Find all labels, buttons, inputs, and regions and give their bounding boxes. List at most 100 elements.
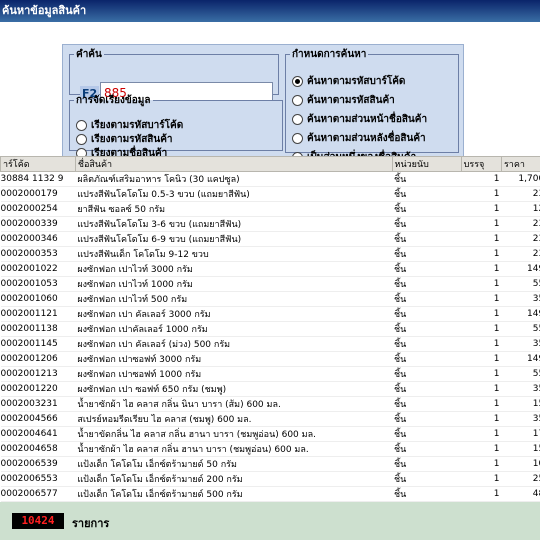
column-header-price[interactable]: ราคา: [500, 156, 540, 172]
cell-barcode: 0002001138: [0, 321, 76, 337]
cell-price: 149.00: [501, 351, 540, 367]
cell-price: 35.00: [501, 411, 540, 427]
cell-pack: 1: [461, 351, 502, 367]
search-panel: คำค้น F2 885 การจัดเรียงข้อมูล เรียงตามร…: [62, 44, 464, 164]
cell-pack: 1: [461, 471, 502, 487]
cell-product-name: ยาสีฟัน ซอลซ์ 50 กรัม: [75, 201, 393, 217]
cell-unit: ชิ้น: [392, 231, 462, 247]
cell-product-name: ผงซักฟอก เปาซอฟท์ 1000 กรัม: [75, 366, 393, 382]
search-by-product-code-label: ค้นหาตามรหัสสินค้า: [307, 95, 395, 106]
cell-barcode: 0002000346: [0, 231, 76, 247]
cell-unit: ชิ้น: [392, 186, 462, 202]
cell-product-name: ผงซักฟอก เปาไวท์ 3000 กรัม: [75, 261, 393, 277]
cell-unit: ชิ้น: [392, 216, 462, 232]
table-row[interactable]: 0002004658 น้ำยาซักผ้า ไฮ คลาส กลิ่น ฮานา…: [0, 441, 540, 457]
table-row[interactable]: 0002004641 น้ำยาขัดกลิ่น ไฮ คลาส กลิ่น ฮา…: [0, 426, 540, 442]
table-row[interactable]: 0002001121 ผงซักฟอก เปา คัลเลอร์ 3000 กรั…: [0, 306, 540, 322]
table-row[interactable]: 0002001220 ผงซักฟอก เปา ซอฟท์ 650 กรัม (ช…: [0, 381, 540, 397]
cell-product-name: แปรงสีฟันโคโดโม 3-6 ขวบ (แถมยาสีฟัน): [75, 216, 393, 232]
table-row[interactable]: 30884 1132 9 ผลิตภัณฑ์เสริมอาหาร โคนิว (3…: [0, 171, 540, 187]
table-row[interactable]: 0002000254ยาสีฟัน ซอลซ์ 50 กรัมชิ้น112.0…: [0, 201, 540, 217]
cell-product-name: ผงซักฟอก เปา คัลเลอร์ 3000 กรัม: [75, 306, 393, 322]
table-row[interactable]: 0002001138 ผงซักฟอก เปาคัลเลอร์ 1000 กรัม…: [0, 321, 540, 337]
cell-product-name: แปรงสีฟันโคโดโม 0.5-3 ขวบ (แถมยาสีฟัน): [75, 186, 393, 202]
table-row[interactable]: 0002004566 สเปรย์หอมรีดเรียบ ไฮ คลาส (ชมพ…: [0, 411, 540, 427]
cell-unit: ชิ้น: [392, 261, 462, 277]
cell-product-name: ผลิตภัณฑ์เสริมอาหาร โคนิว (30 แคปซูล): [75, 171, 393, 187]
table-row[interactable]: 0002001145 ผงซักฟอก เปา คัลเลอร์ (ม่วง) 5…: [0, 336, 540, 352]
table-header-row: าร์โค้ด ชื่อสินค้า หน่วยนับ บรรจุ ราคา: [0, 156, 540, 172]
cell-product-name: แปรงสีฟันโคโดโม 6-9 ขวบ (แถมยาสีฟัน): [75, 231, 393, 247]
cell-price: 149.00: [501, 261, 540, 277]
cell-barcode: 0002004641: [0, 426, 76, 442]
cell-product-name: ผงซักฟอก เปาไวท์ 500 กรัม: [75, 291, 393, 307]
cell-price: 12.00: [501, 201, 540, 217]
cell-price: 25.00: [501, 471, 540, 487]
search-legend: คำค้น: [76, 49, 102, 60]
column-header-pack[interactable]: บรรจุ: [460, 156, 502, 172]
table-row[interactable]: 0002006577 แป้งเด็ก โคโดโม เอ็กซ์ตร้ามายด…: [0, 486, 540, 502]
table-row[interactable]: 0002000179 แปรงสีฟันโคโดโม 0.5-3 ขวบ (แถม…: [0, 186, 540, 202]
table-row[interactable]: 0002001060 ผงซักฟอก เปาไวท์ 500 กรัม ชิ้น 1…: [0, 291, 540, 307]
cell-pack: 1: [461, 261, 502, 277]
search-mode-legend: กำหนดการค้นหา: [292, 49, 367, 60]
search-by-name-suffix-radio[interactable]: ค้นหาตามส่วนหลังชื่อสินค้า: [292, 131, 426, 146]
search-by-product-code-radio[interactable]: ค้นหาตามรหัสสินค้า: [292, 93, 395, 108]
cell-product-name: น้ำยาซักผ้า ไฮ คลาส กลิ่น ฮานา บารา (ชมพ…: [75, 441, 393, 457]
radio-circle-icon: [292, 114, 303, 125]
cell-pack: 1: [461, 486, 502, 502]
product-table[interactable]: าร์โค้ด ชื่อสินค้า หน่วยนับ บรรจุ ราคา 3…: [0, 156, 540, 502]
cell-pack: 1: [461, 201, 502, 217]
cell-price: 15.00: [501, 396, 540, 412]
cell-unit: ชิ้น: [392, 246, 462, 262]
cell-barcode: 0002006553: [0, 471, 76, 487]
column-header-barcode[interactable]: าร์โค้ด: [0, 156, 76, 172]
sort-group: การจัดเรียงข้อมูล เรียงตามรหัสบาร์โค้ด เ…: [69, 93, 283, 159]
search-group: คำค้น F2 885: [69, 47, 279, 104]
filter-area: คำค้น F2 885 การจัดเรียงข้อมูล เรียงตามร…: [0, 22, 540, 164]
cell-price: 1,700.00: [501, 171, 540, 187]
sort-by-product-code-label: เรียงตามรหัสสินค้า: [91, 134, 173, 145]
cell-pack: 1: [461, 246, 502, 262]
cell-pack: 1: [461, 396, 502, 412]
cell-product-name: น้ำยาขัดกลิ่น ไฮ คลาส กลิ่น ฮานา บารา (ช…: [75, 426, 393, 442]
search-by-barcode-label: ค้นหาตามรหัสบาร์โค้ด: [307, 76, 406, 87]
cell-pack: 1: [461, 366, 502, 382]
sort-by-barcode-radio[interactable]: เรียงตามรหัสบาร์โค้ด: [76, 118, 183, 133]
sort-by-product-code-radio[interactable]: เรียงตามรหัสสินค้า: [76, 132, 173, 147]
cell-price: 17.00: [501, 426, 540, 442]
radio-circle-icon: [76, 134, 87, 145]
cell-barcode: 0002000254: [0, 201, 76, 217]
table-row[interactable]: 0002001022 ผงซักฟอก เปาไวท์ 3000 กรัม ชิ้น…: [0, 261, 540, 277]
cell-pack: 1: [461, 381, 502, 397]
table-row[interactable]: 0002000339 แปรงสีฟันโคโดโม 3-6 ขวบ (แถมยา…: [0, 216, 540, 232]
table-row[interactable]: 0002006553 แป้งเด็ก โคโดโม เอ็กซ์ตร้ามายด…: [0, 471, 540, 487]
table-row[interactable]: 0002000346 แปรงสีฟันโคโดโม 6-9 ขวบ (แถมยา…: [0, 231, 540, 247]
table-row[interactable]: 0002001206 ผงซักฟอก เปาซอฟท์ 3000 กรัม ชิ้…: [0, 351, 540, 367]
column-header-product-name[interactable]: ชื่อสินค้า: [74, 156, 393, 172]
table-row[interactable]: 0002006539 แป้งเด็ก โคโดโม เอ็กซ์ตร้ามายด…: [0, 456, 540, 472]
table-row[interactable]: 0002001213 ผงซักฟอก เปาซอฟท์ 1000 กรัม ชิ้…: [0, 366, 540, 382]
cell-price: 35.00: [501, 291, 540, 307]
cell-unit: ชิ้น: [392, 276, 462, 292]
table-row[interactable]: 0002001053 ผงซักฟอก เปาไวท์ 1000 กรัม ชิ้น…: [0, 276, 540, 292]
cell-barcode: 0002001121: [0, 306, 76, 322]
cell-barcode: 0002001145: [0, 336, 76, 352]
product-table-container[interactable]: าร์โค้ด ชื่อสินค้า หน่วยนับ บรรจุ ราคา 3…: [0, 156, 540, 502]
cell-price: 35.00: [501, 381, 540, 397]
cell-unit: ชิ้น: [392, 411, 462, 427]
cell-product-name: ผงซักฟอก เปาซอฟท์ 3000 กรัม: [75, 351, 393, 367]
cell-barcode: 0002000179: [0, 186, 76, 202]
sort-by-barcode-label: เรียงตามรหัสบาร์โค้ด: [91, 120, 184, 131]
search-by-name-suffix-label: ค้นหาตามส่วนหลังชื่อสินค้า: [307, 133, 426, 144]
cell-unit: ชิ้น: [392, 351, 462, 367]
column-header-unit[interactable]: หน่วยนับ: [391, 156, 462, 172]
cell-unit: ชิ้น: [392, 426, 462, 442]
cell-unit: ชิ้น: [392, 486, 462, 502]
search-by-name-prefix-radio[interactable]: ค้นหาตามส่วนหน้าชื่อสินค้า: [292, 112, 427, 127]
table-row[interactable]: 0002000353 แปรงสีฟันเด็ก โคโดโม 9-12 ขวบช…: [0, 246, 540, 262]
cell-pack: 1: [461, 306, 502, 322]
search-by-barcode-radio[interactable]: ค้นหาตามรหัสบาร์โค้ด: [292, 74, 405, 89]
table-row[interactable]: 0002003231 น้ำยาซักผ้า ไฮ คลาส กลิ่น นินา…: [0, 396, 540, 412]
cell-barcode: 0002000339: [0, 216, 76, 232]
